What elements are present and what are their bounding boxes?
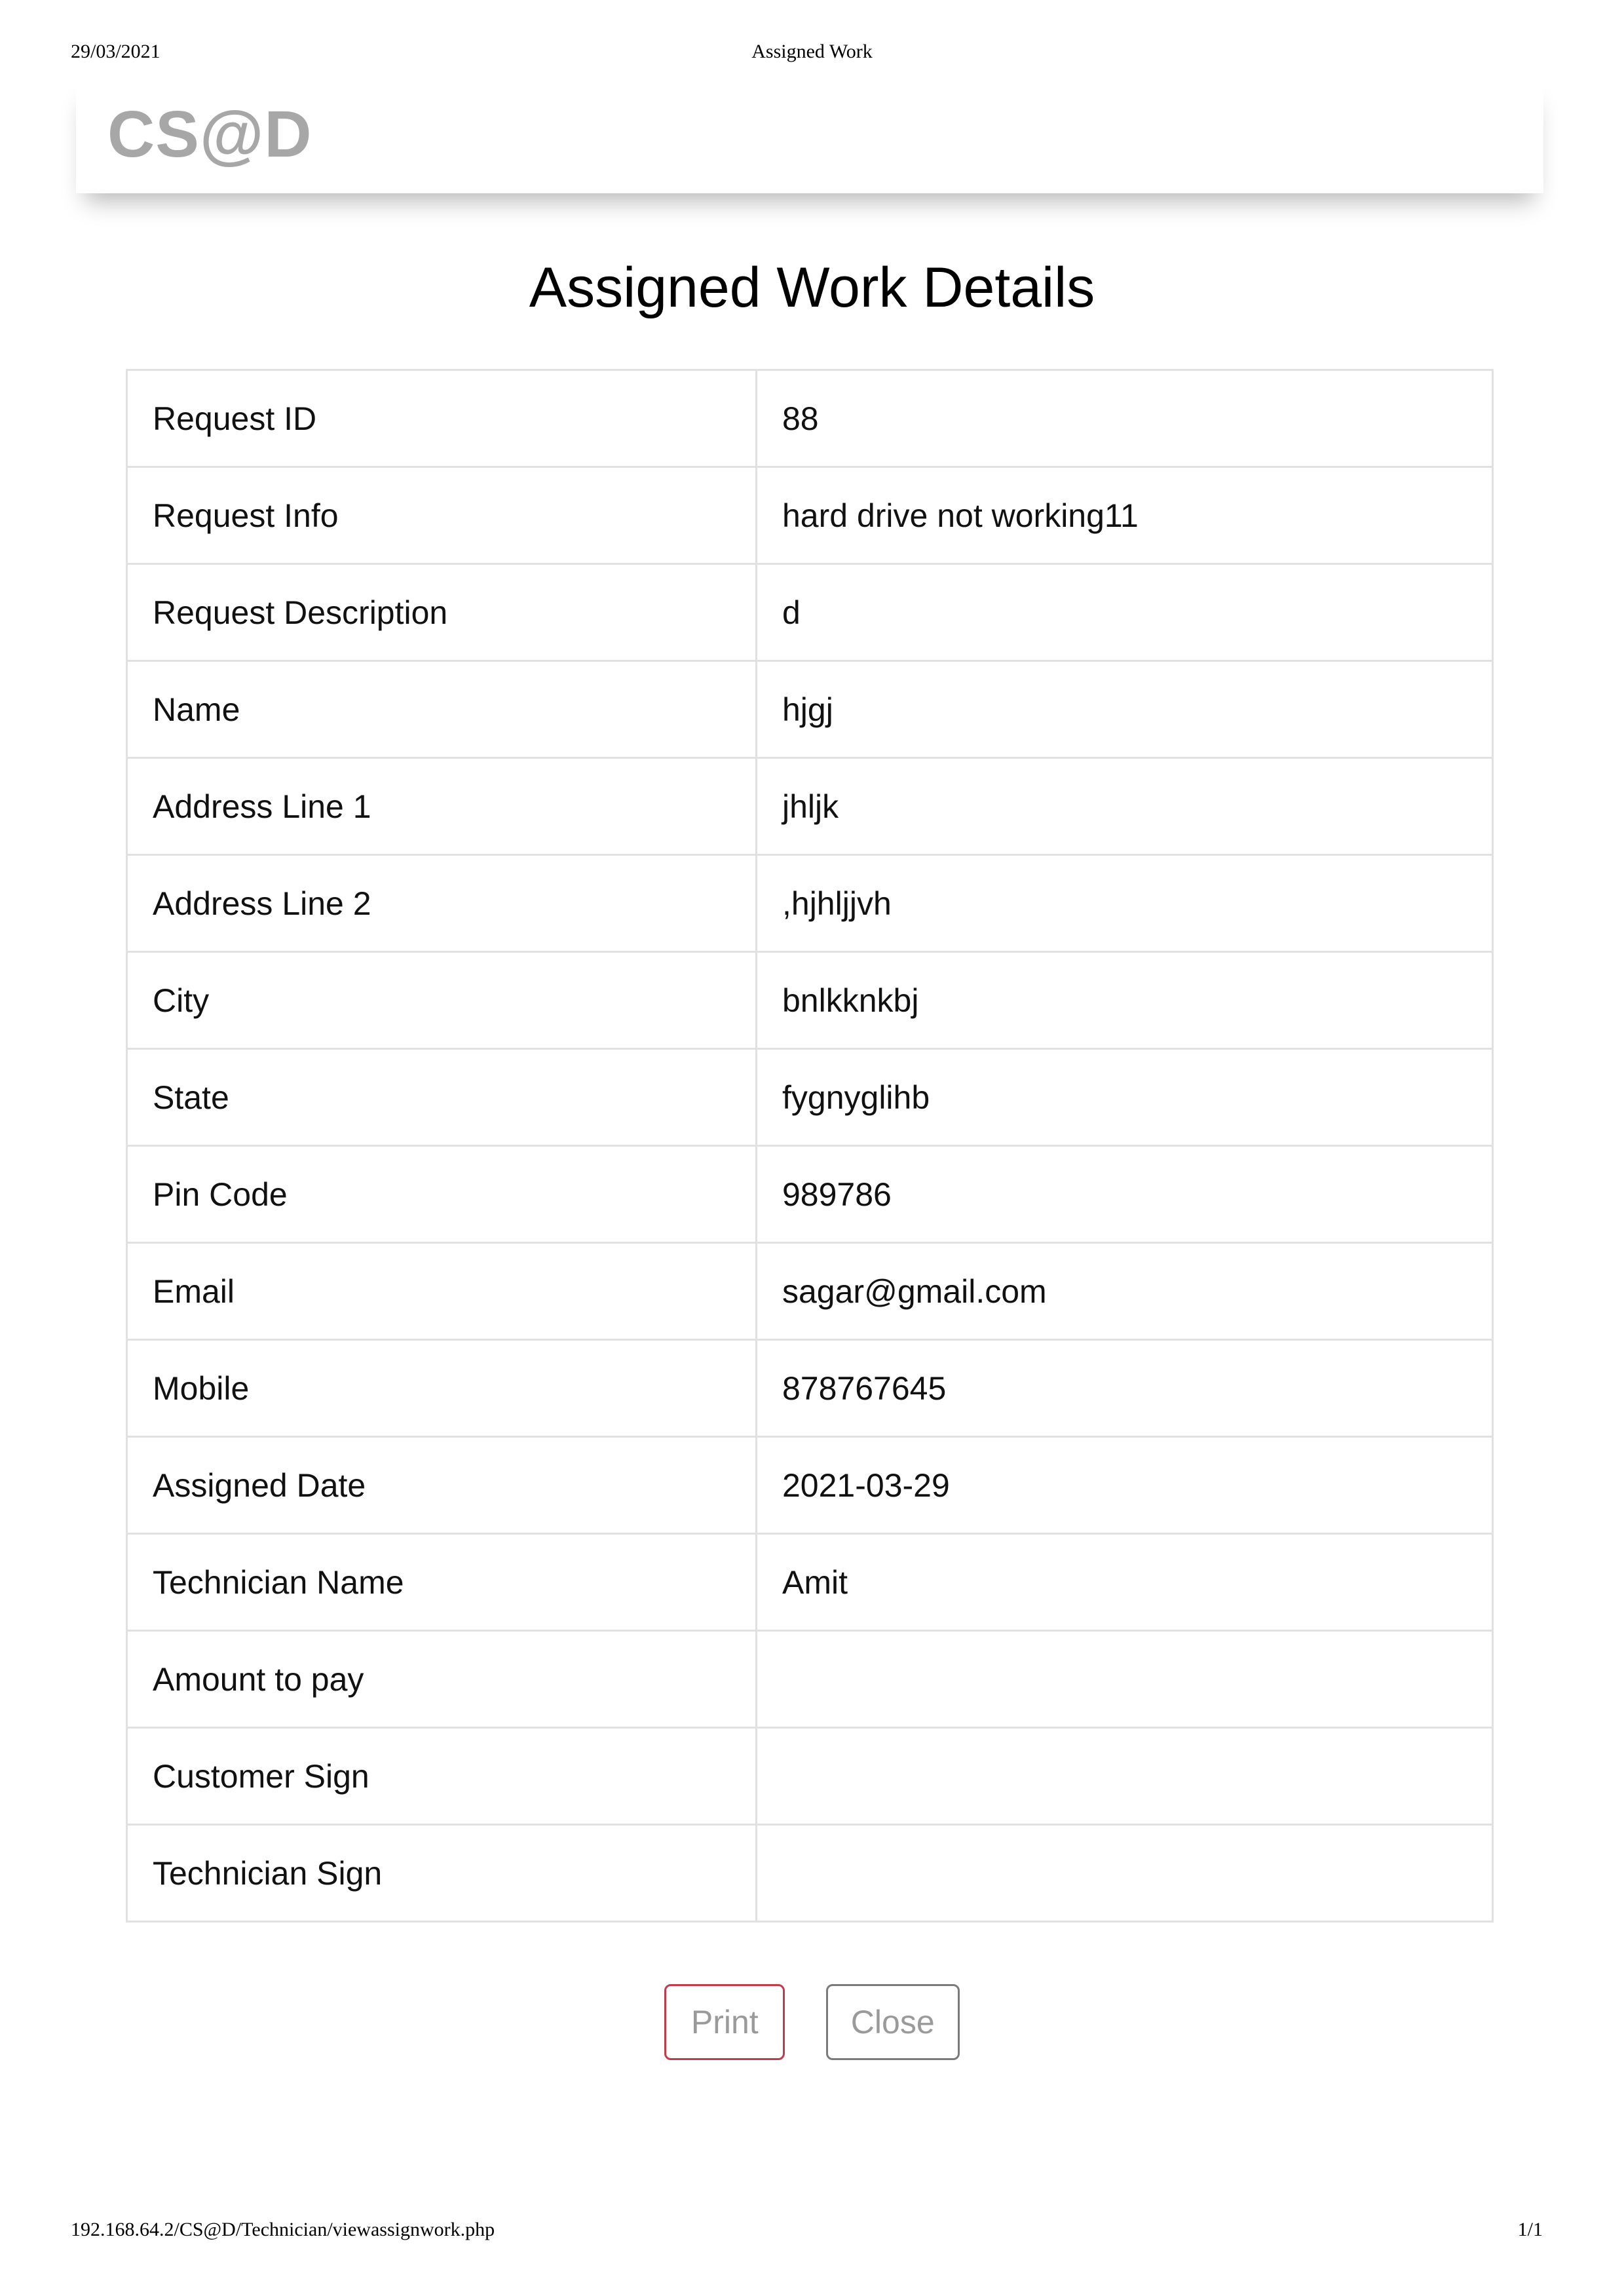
close-button[interactable]: Close [825,1984,960,2060]
field-label: Mobile [126,1339,757,1438]
field-value [755,1630,1494,1729]
table-row: Address Line 2 ,hjhljjvh [126,854,1494,953]
field-label: Address Line 1 [126,757,757,856]
field-value: 989786 [755,1145,1494,1244]
field-label: Request ID [126,369,757,468]
table-row: Email sagar@gmail.com [126,1242,1494,1341]
table-row: Technician Sign [126,1824,1494,1923]
table-row: City bnlkknkbj [126,951,1494,1050]
field-label: Name [126,660,757,759]
print-footer-url: 192.168.64.2/CS@D/Technician/viewassignw… [71,2219,495,2240]
field-label: Technician Name [126,1533,757,1632]
field-value: 878767645 [755,1339,1494,1438]
field-label: State [126,1048,757,1147]
table-row: Request Info hard drive not working11 [126,466,1494,565]
field-value: 2021-03-29 [755,1436,1494,1535]
field-value [755,1727,1494,1826]
field-value: d [755,563,1494,662]
print-header-title: Assigned Work [751,41,873,62]
field-value: sagar@gmail.com [755,1242,1494,1341]
table-row: Amount to pay [126,1630,1494,1729]
field-value: hard drive not working11 [755,466,1494,565]
print-footer-page-number: 1/1 [1517,2219,1543,2240]
field-value: ,hjhljjvh [755,854,1494,953]
field-value: hjgj [755,660,1494,759]
field-label: Request Info [126,466,757,565]
action-buttons: Print Close [0,1984,1624,2060]
table-row: Assigned Date 2021-03-29 [126,1436,1494,1535]
field-value: jhljk [755,757,1494,856]
print-button[interactable]: Print [664,1984,785,2060]
table-row: Technician Name Amit [126,1533,1494,1632]
field-label: Request Description [126,563,757,662]
field-label: Technician Sign [126,1824,757,1923]
field-value [755,1824,1494,1923]
navbar: CS@D [76,79,1543,193]
field-value: bnlkknkbj [755,951,1494,1050]
field-value: fygnyglihb [755,1048,1494,1147]
table-row: Pin Code 989786 [126,1145,1494,1244]
brand-logo[interactable]: CS@D [107,97,312,172]
table-row: State fygnyglihb [126,1048,1494,1147]
page-title: Assigned Work Details [529,256,1095,319]
table-row: Customer Sign [126,1727,1494,1826]
table-row: Mobile 878767645 [126,1339,1494,1438]
field-label: Amount to pay [126,1630,757,1729]
field-label: City [126,951,757,1050]
field-label: Customer Sign [126,1727,757,1826]
table-row: Address Line 1 jhljk [126,757,1494,856]
table-row: Name hjgj [126,660,1494,759]
field-value: Amit [755,1533,1494,1632]
field-label: Pin Code [126,1145,757,1244]
field-label: Assigned Date [126,1436,757,1535]
field-value: 88 [755,369,1494,468]
assigned-work-details-table: Request ID 88 Request Info hard drive not w… [126,369,1494,1923]
table-row: Request Description d [126,563,1494,662]
table-row: Request ID 88 [126,369,1494,468]
field-label: Email [126,1242,757,1341]
field-label: Address Line 2 [126,854,757,953]
